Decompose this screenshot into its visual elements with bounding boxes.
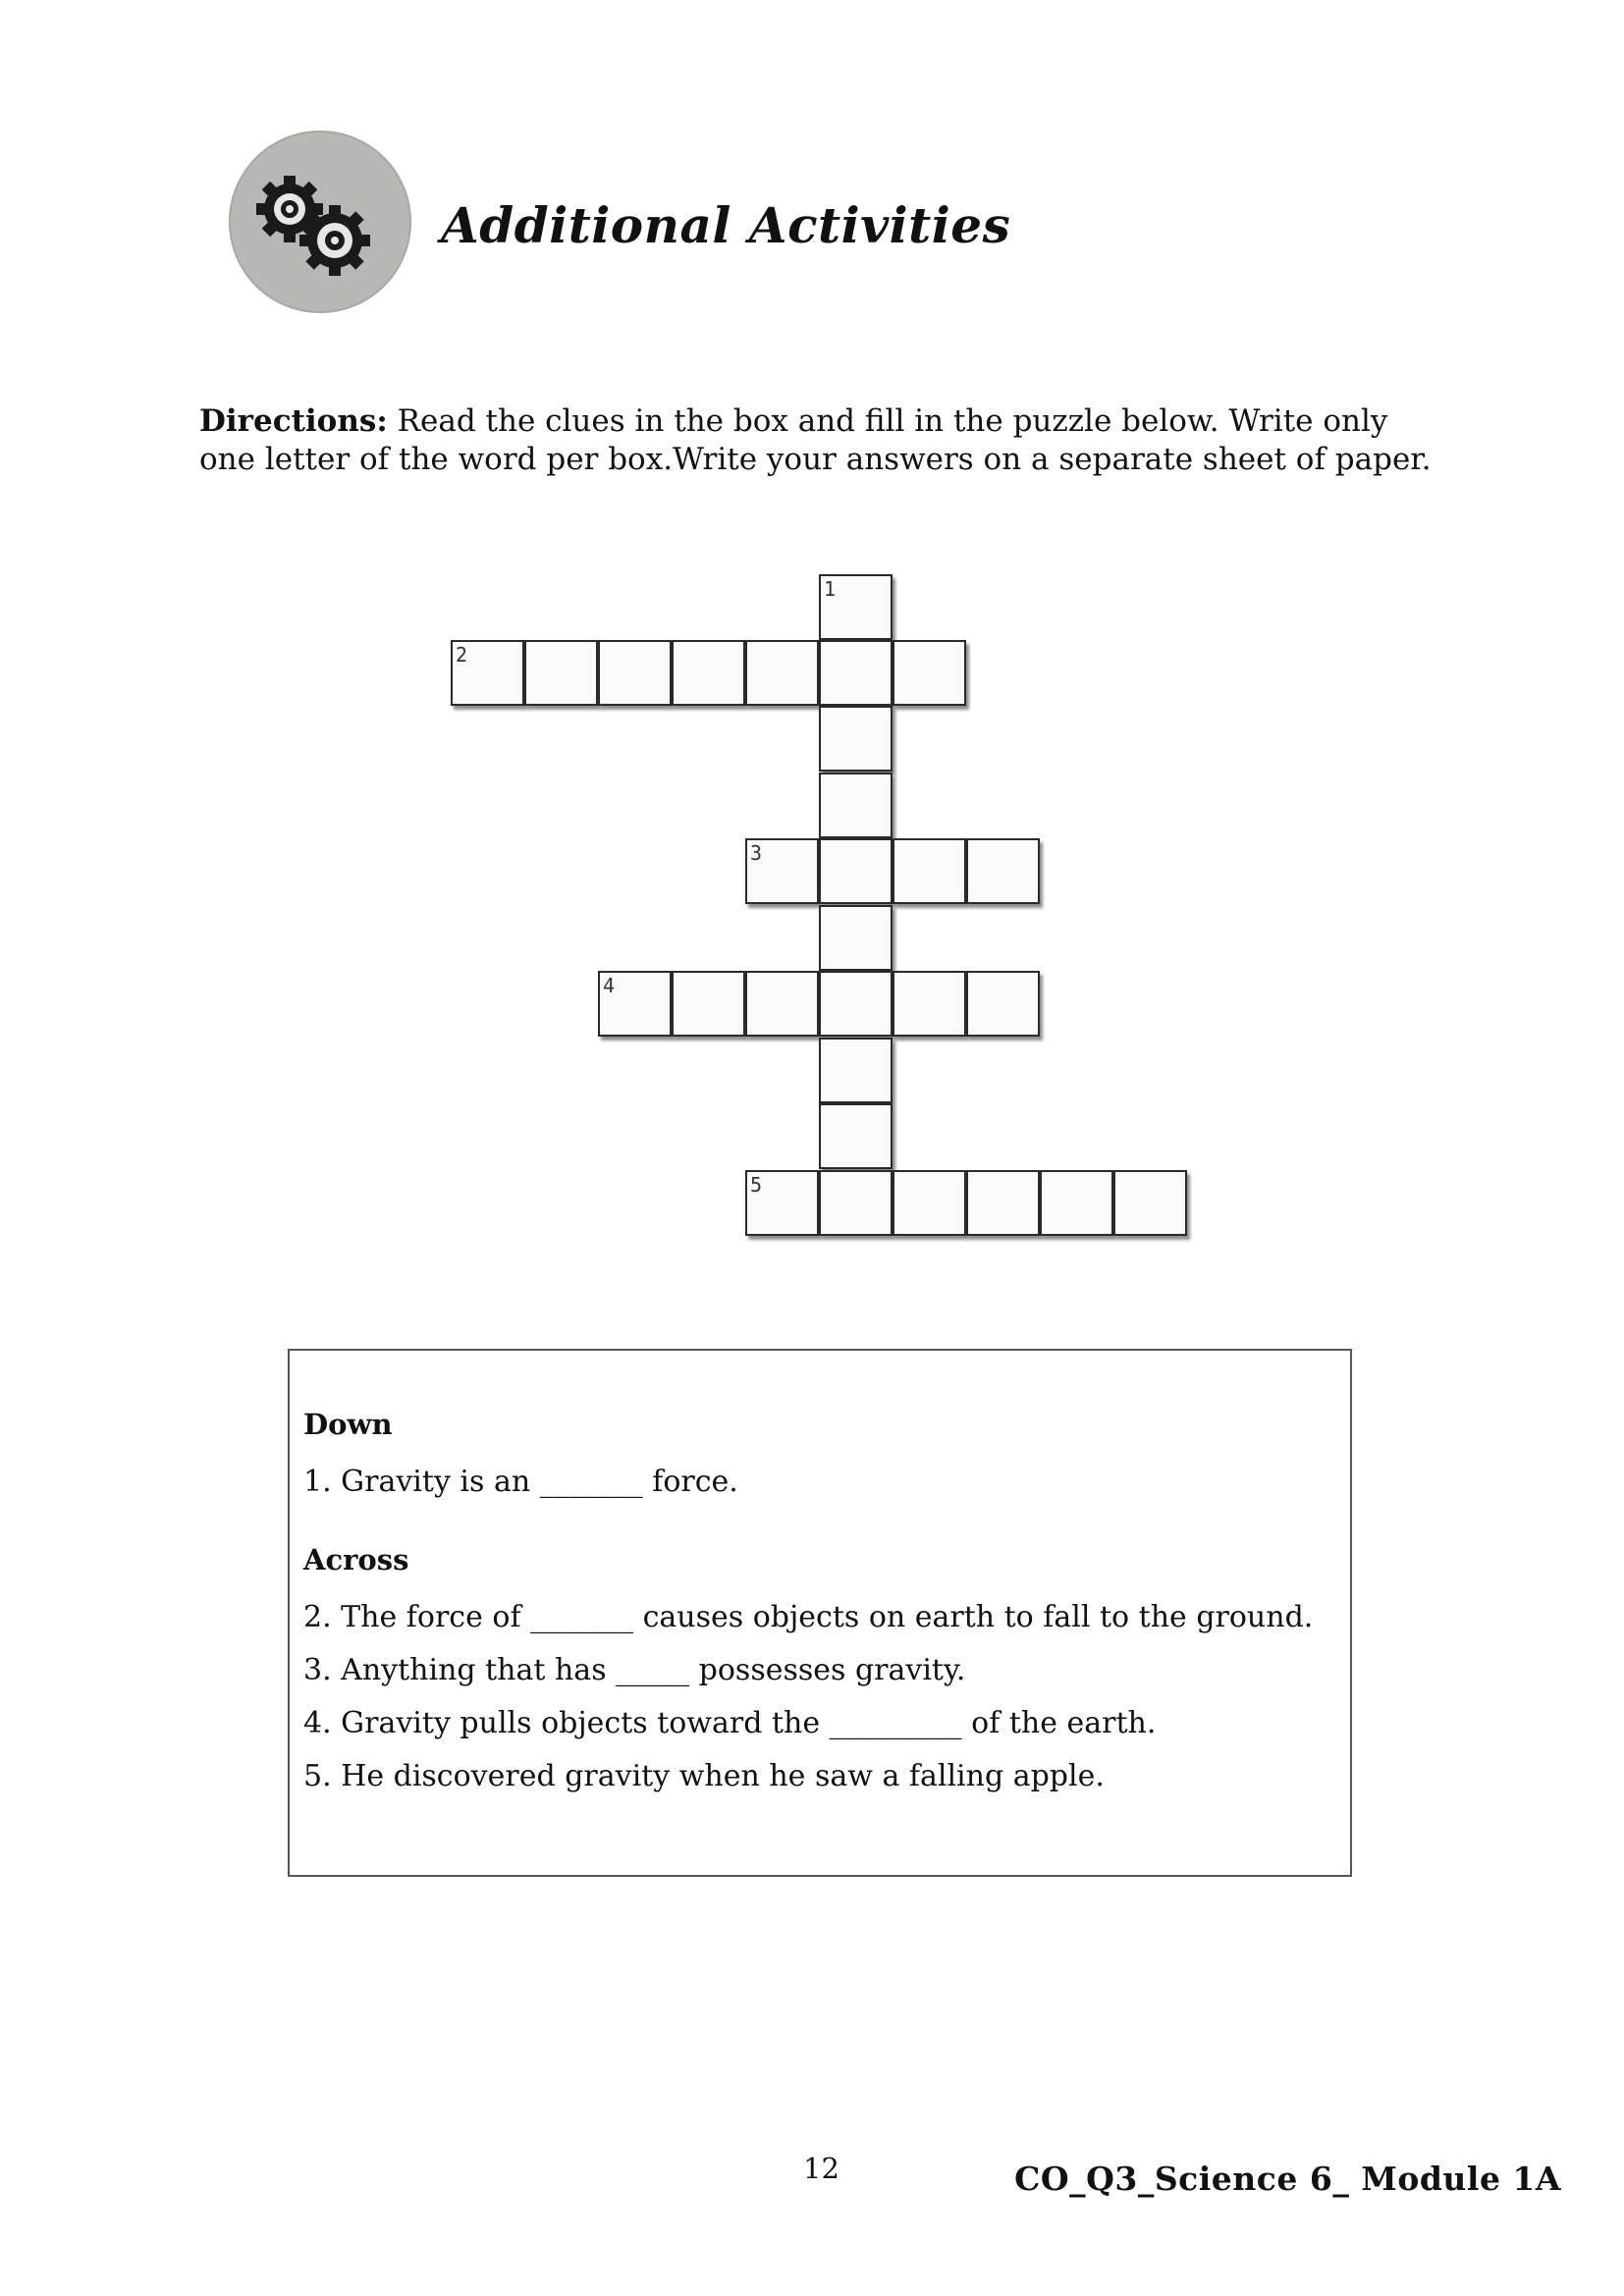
crossword-cell[interactable] xyxy=(819,1170,893,1236)
crossword-cell[interactable] xyxy=(819,971,893,1037)
down-heading: Down xyxy=(303,1408,393,1441)
crossword-cell[interactable] xyxy=(1040,1170,1113,1236)
clue-number: 5 xyxy=(750,1173,763,1197)
crossword-cell[interactable] xyxy=(966,838,1040,904)
crossword-cell[interactable] xyxy=(819,838,893,904)
gears-badge xyxy=(229,131,411,313)
across-clue-5: 5. He discovered gravity when he saw a f… xyxy=(303,1759,1105,1793)
crossword-cell[interactable] xyxy=(819,905,893,971)
crossword-cell[interactable] xyxy=(819,1038,893,1103)
crossword-cell[interactable] xyxy=(745,971,819,1037)
clue-number: 4 xyxy=(603,974,616,997)
down-clue-1: 1. Gravity is an _______ force. xyxy=(303,1465,738,1499)
page-number: 12 xyxy=(803,2152,839,2185)
crossword-cell[interactable] xyxy=(893,640,966,706)
directions-label: Directions: xyxy=(199,403,388,439)
crossword-cell[interactable] xyxy=(524,640,598,706)
crossword-cell[interactable] xyxy=(893,838,966,904)
crossword-cell[interactable] xyxy=(819,1103,893,1169)
crossword-cell[interactable] xyxy=(819,640,893,706)
crossword-cell[interactable]: 3 xyxy=(745,838,819,904)
crossword-cell[interactable] xyxy=(819,773,893,838)
section-title: Additional Activities xyxy=(441,196,1011,254)
crossword-cell[interactable] xyxy=(672,971,745,1037)
clue-number: 2 xyxy=(456,643,468,667)
across-heading: Across xyxy=(303,1543,409,1576)
module-code: CO_Q3_Science 6_ Module 1A xyxy=(1014,2160,1561,2198)
crossword-cell[interactable] xyxy=(1113,1170,1187,1236)
crossword-cell[interactable] xyxy=(966,971,1040,1037)
crossword-cell[interactable] xyxy=(893,1170,966,1236)
crossword-cell[interactable] xyxy=(672,640,745,706)
crossword-cell[interactable]: 4 xyxy=(598,971,672,1037)
across-clue-3: 3. Anything that has _____ possesses gra… xyxy=(303,1653,966,1687)
crossword-cell[interactable] xyxy=(966,1170,1040,1236)
crossword-cell[interactable]: 5 xyxy=(745,1170,819,1236)
across-clue-2: 2. The force of _______ causes objects o… xyxy=(303,1600,1314,1634)
clue-number: 3 xyxy=(750,841,763,865)
crossword-cell[interactable] xyxy=(598,640,672,706)
crossword-cell[interactable] xyxy=(819,706,893,772)
clues-box: Down 1. Gravity is an _______ force. Acr… xyxy=(288,1349,1352,1877)
across-clue-4: 4. Gravity pulls objects toward the ____… xyxy=(303,1706,1157,1740)
crossword-cell[interactable]: 2 xyxy=(451,640,524,706)
clue-number: 1 xyxy=(824,577,837,601)
crossword-cell[interactable] xyxy=(745,640,819,706)
directions-text: Directions: Read the clues in the box an… xyxy=(199,402,1436,479)
crossword-cell[interactable]: 1 xyxy=(819,574,893,640)
gears-icon xyxy=(256,176,370,276)
crossword-cell[interactable] xyxy=(893,971,966,1037)
